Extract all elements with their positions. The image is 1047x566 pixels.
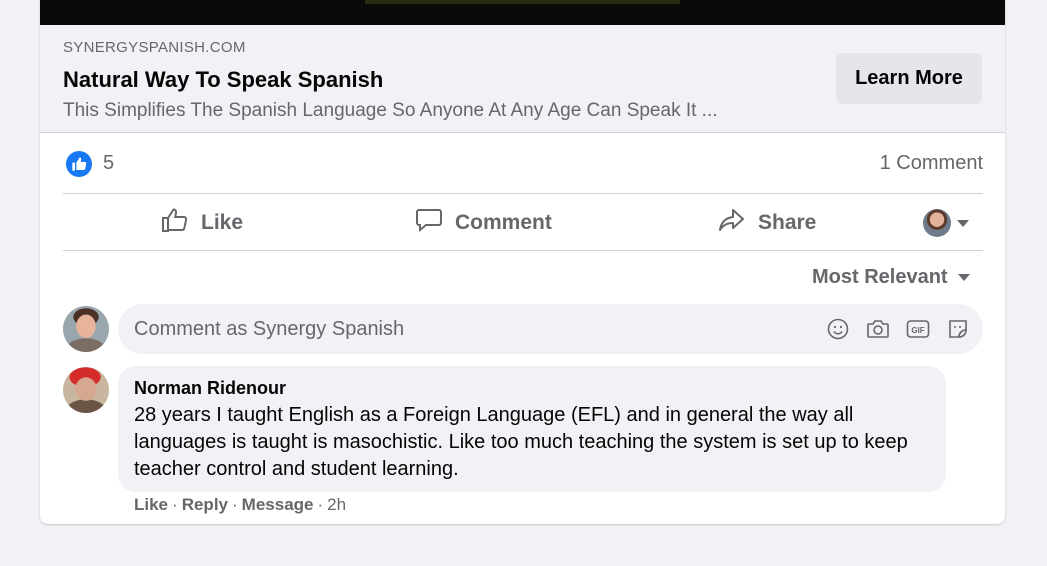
- comment-timestamp[interactable]: 2h: [327, 495, 346, 515]
- emoji-icon[interactable]: [825, 317, 851, 341]
- comment-bubble: Norman Ridenour 28 years I taught Englis…: [118, 366, 946, 492]
- post-card: SYNERGYSPANISH.COM Natural Way To Speak …: [40, 0, 1005, 524]
- comment-button[interactable]: Comment: [415, 195, 552, 251]
- page-avatar: [923, 209, 951, 237]
- share-arrow-icon: [718, 207, 746, 239]
- comment-actions: Like · Reply · Message · 2h: [134, 495, 346, 515]
- comment-count[interactable]: 1 Comment: [880, 152, 983, 175]
- reactions-summary: 5 1 Comment: [63, 134, 983, 194]
- comment-input-tools: GIF: [825, 317, 971, 341]
- comment-input[interactable]: Comment as Synergy Spanish GIF: [118, 304, 983, 354]
- share-button[interactable]: Share: [718, 195, 816, 251]
- comment-label: Comment: [455, 211, 552, 234]
- caret-down-icon: [957, 219, 969, 227]
- gif-icon[interactable]: GIF: [905, 317, 931, 341]
- svg-text:GIF: GIF: [911, 326, 924, 335]
- like-label: Like: [201, 211, 244, 234]
- camera-icon[interactable]: [865, 317, 891, 341]
- sort-label: Most Relevant: [812, 266, 948, 288]
- comment-like-link[interactable]: Like: [134, 495, 168, 515]
- commenter-avatar[interactable]: [63, 306, 109, 352]
- learn-more-button[interactable]: Learn More: [836, 53, 982, 104]
- speech-bubble-icon: [415, 207, 443, 239]
- sticker-icon[interactable]: [945, 317, 971, 341]
- link-preview[interactable]: SYNERGYSPANISH.COM Natural Way To Speak …: [40, 25, 1005, 133]
- comment-author-avatar[interactable]: [63, 367, 109, 413]
- comment-author-name[interactable]: Norman Ridenour: [134, 378, 286, 399]
- comment-message-link[interactable]: Message: [242, 495, 314, 515]
- separator-dot: ·: [232, 495, 238, 514]
- share-label: Share: [758, 211, 817, 234]
- video-media[interactable]: [40, 0, 1005, 25]
- separator-dot: ·: [172, 495, 178, 514]
- link-title[interactable]: Natural Way To Speak Spanish: [63, 67, 383, 93]
- link-domain: SYNERGYSPANISH.COM: [63, 39, 246, 56]
- link-description: This Simplifies The Spanish Language So …: [63, 100, 718, 121]
- comment-text: 28 years I taught English as a Foreign L…: [134, 404, 908, 480]
- post-actions: Like Comment Share: [63, 195, 983, 251]
- comment-reply-link[interactable]: Reply: [182, 495, 228, 515]
- like-count[interactable]: 5: [103, 152, 114, 175]
- like-button[interactable]: Like: [161, 195, 243, 251]
- comment-input-placeholder: Comment as Synergy Spanish: [134, 318, 405, 340]
- caret-down-icon: [957, 274, 970, 281]
- separator-dot: ·: [317, 495, 324, 514]
- thumbs-up-icon: [161, 207, 189, 239]
- comment-sort-dropdown[interactable]: Most Relevant: [812, 266, 970, 289]
- post-as-selector[interactable]: [923, 208, 969, 238]
- like-reaction-icon[interactable]: [66, 151, 92, 177]
